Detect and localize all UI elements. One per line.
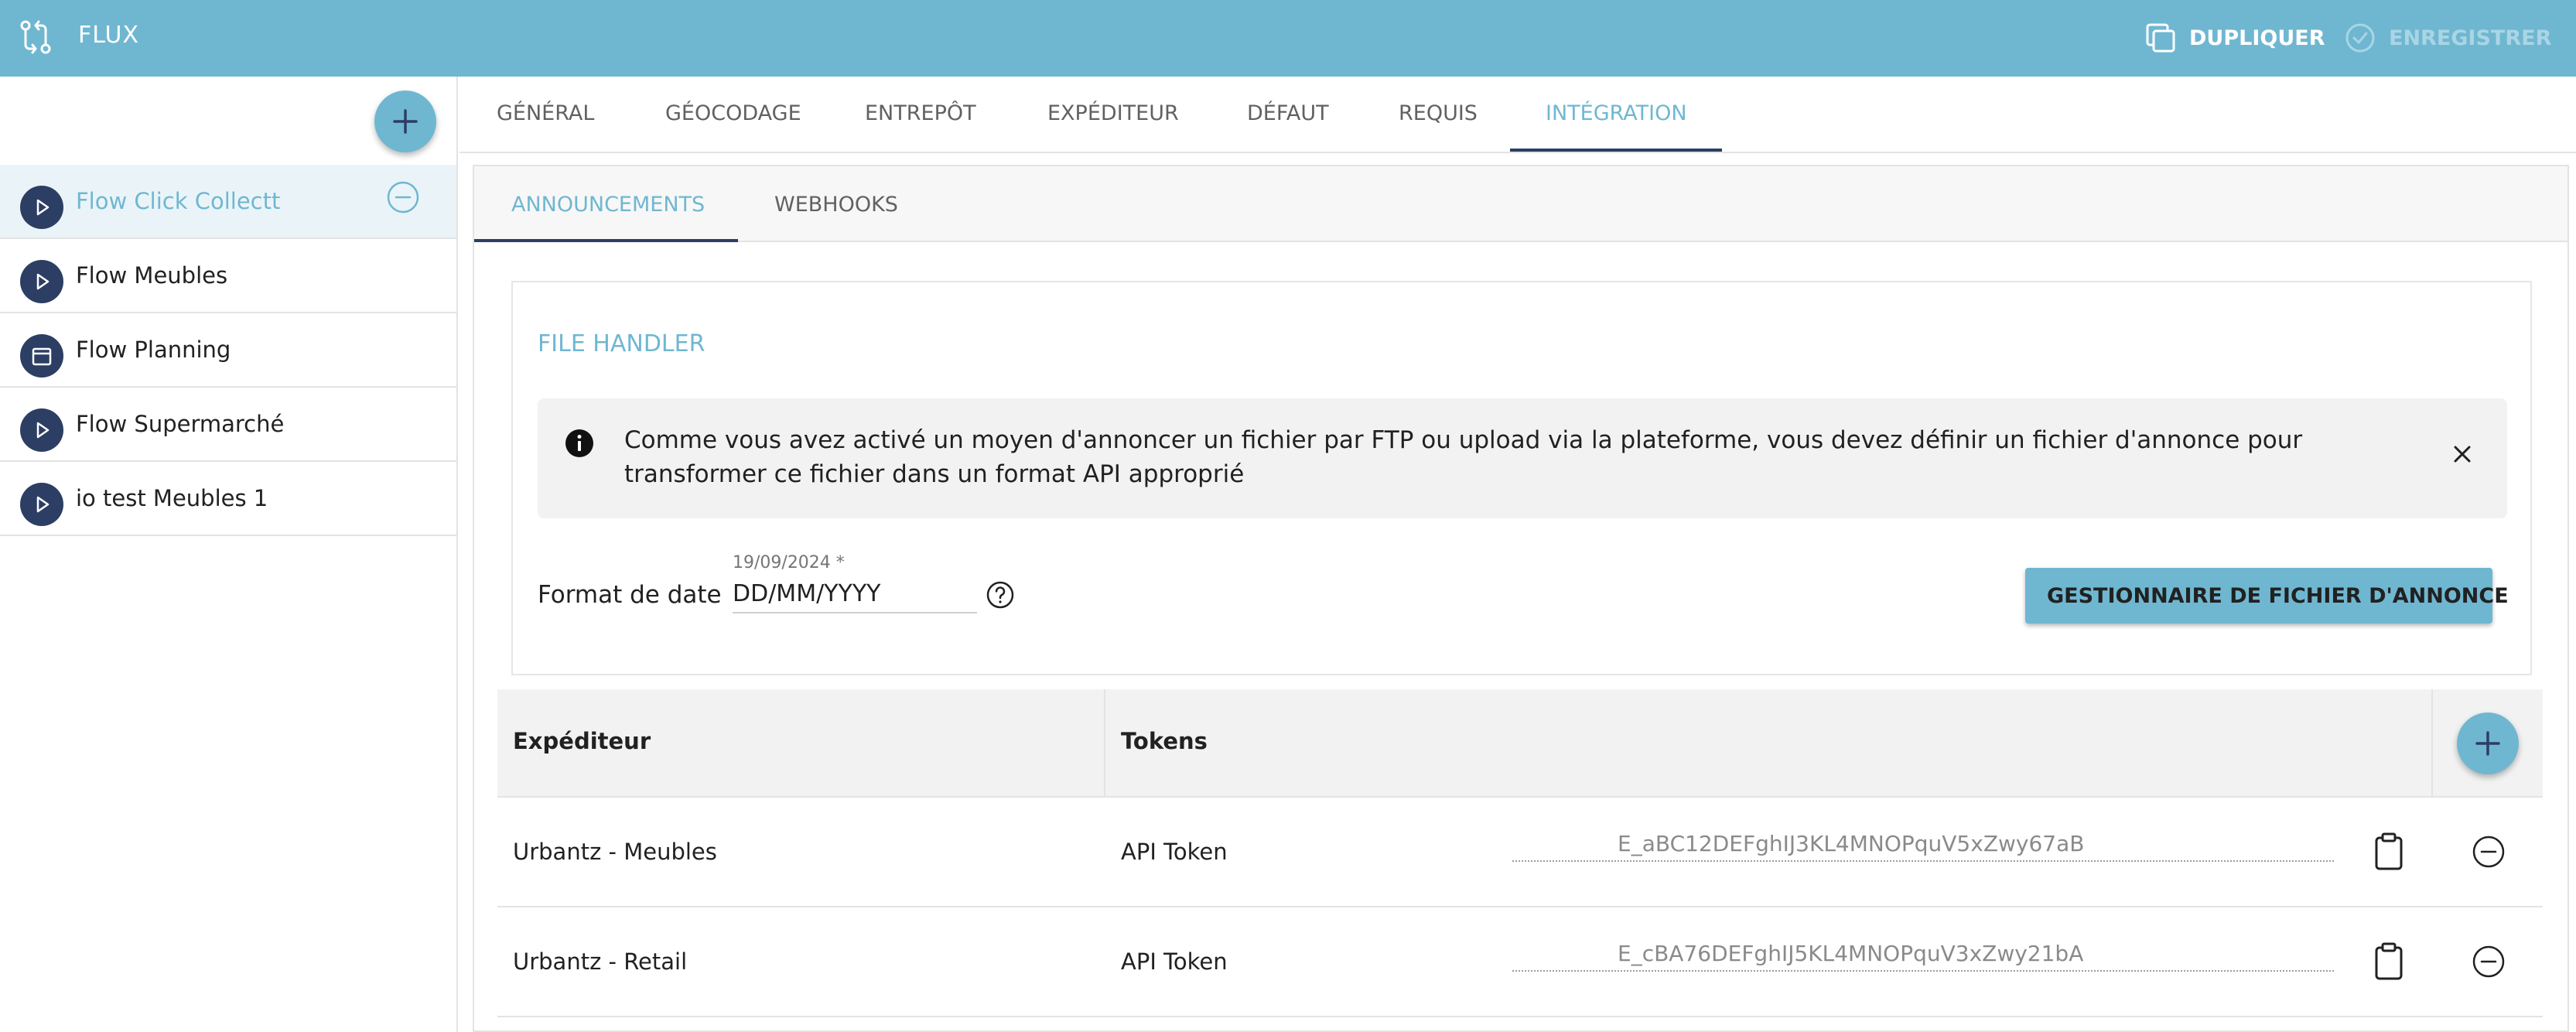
clipboard-icon[interactable] (2373, 941, 2405, 982)
flow-item-io-test-meubles[interactable]: io test Meubles 1 (0, 462, 456, 536)
token-type-cell: API Token (1121, 948, 1228, 975)
tab-geocodage[interactable]: GÉOCODAGE (665, 101, 801, 125)
tab-announcements[interactable]: ANNOUNCEMENTS (511, 193, 705, 217)
date-format-input[interactable] (733, 575, 977, 613)
save-button[interactable]: ENREGISTRER (2344, 22, 2551, 54)
check-circle-icon (2345, 23, 2375, 53)
tab-expediteur[interactable]: EXPÉDITEUR (1047, 101, 1179, 125)
flow-item-meubles[interactable]: Flow Meubles (0, 239, 456, 313)
column-divider (2431, 689, 2433, 798)
info-icon (565, 429, 593, 457)
tab-defaut[interactable]: DÉFAUT (1247, 101, 1329, 125)
active-tab-indicator (1510, 149, 1722, 152)
active-subtab-indicator (474, 239, 738, 242)
remove-circle-icon[interactable] (2472, 835, 2506, 869)
token-field[interactable]: E_aBC12DEFghIJ3KL4MNOPquV5xZwy67aB (1512, 823, 2334, 862)
remove-circle-icon[interactable] (2472, 945, 2506, 979)
table-row: Urbantz - Meubles API Token E_aBC12DEFgh… (497, 798, 2543, 907)
top-bar: FLUX DUPLIQUER ENREGISTRER (0, 0, 2576, 77)
tab-entrepot[interactable]: ENTREPÔT (865, 101, 976, 125)
tab-general[interactable]: GÉNÉRAL (497, 101, 594, 125)
play-icon (20, 260, 63, 303)
play-icon (20, 483, 63, 526)
flow-label: Flow Supermarché (76, 411, 285, 437)
tab-integration[interactable]: INTÉGRATION (1546, 101, 1687, 125)
tokens-table-header: Expéditeur Tokens (497, 689, 2543, 798)
flow-list: Flow Click Collectt Flow Meubles Flow Pl… (0, 165, 456, 536)
save-label: ENREGISTRER (2389, 26, 2552, 50)
flow-item-click-collect[interactable]: Flow Click Collectt (0, 165, 456, 239)
sub-tabs: ANNOUNCEMENTS WEBHOOKS (474, 166, 2567, 242)
shipper-cell: Urbantz - Retail (513, 948, 688, 975)
play-icon (20, 408, 63, 452)
calendar-icon (20, 334, 63, 378)
duplicate-label: DUPLIQUER (2189, 26, 2325, 50)
duplicate-button[interactable]: DUPLIQUER (2144, 22, 2325, 54)
sidebar: Flow Click Collectt Flow Meubles Flow Pl… (0, 77, 458, 1032)
flow-label: Flow Click Collectt (76, 188, 281, 214)
copy-icon (2146, 23, 2175, 53)
plus-icon (393, 109, 418, 134)
app-title: FLUX (78, 22, 139, 49)
close-icon[interactable] (2447, 439, 2478, 470)
announce-file-manager-button[interactable]: GESTIONNAIRE DE FICHIER D'ANNONCE (2025, 568, 2509, 624)
date-format-label: Format de date (538, 581, 722, 609)
column-divider (1104, 689, 1105, 798)
header-tokens: Tokens (1121, 728, 1208, 754)
flow-label: Flow Meubles (76, 262, 228, 289)
date-format-hint: 19/09/2024 * (733, 553, 845, 572)
main-tabs: GÉNÉRAL GÉOCODAGE ENTREPÔT EXPÉDITEUR DÉ… (460, 77, 2576, 153)
flow-label: Flow Planning (76, 337, 231, 363)
tab-requis[interactable]: REQUIS (1399, 101, 1478, 125)
flow-item-planning[interactable]: Flow Planning (0, 313, 456, 388)
clipboard-icon[interactable] (2373, 832, 2405, 872)
file-handler-title: FILE HANDLER (538, 330, 705, 357)
add-token-button[interactable] (2457, 712, 2519, 774)
remove-circle-icon[interactable] (386, 180, 420, 214)
add-flow-button[interactable] (374, 91, 436, 152)
branch-merge-icon (20, 20, 51, 54)
token-type-cell: API Token (1121, 839, 1228, 865)
help-icon[interactable] (985, 579, 1016, 610)
info-banner: Comme vous avez activé un moyen d'annonc… (538, 398, 2507, 518)
shipper-cell: Urbantz - Meubles (513, 839, 717, 865)
manager-button-label: GESTIONNAIRE DE FICHIER D'ANNONCE (2047, 583, 2509, 608)
flow-item-supermarche[interactable]: Flow Supermarché (0, 388, 456, 462)
tab-webhooks[interactable]: WEBHOOKS (774, 193, 898, 217)
plus-icon (2475, 731, 2500, 756)
play-icon (20, 186, 63, 229)
header-shipper: Expéditeur (513, 728, 651, 754)
info-text: Comme vous avez activé un moyen d'annonc… (624, 426, 2303, 488)
table-row: Urbantz - Retail API Token E_cBA76DEFghI… (497, 907, 2543, 1017)
token-field[interactable]: E_cBA76DEFghIJ5KL4MNOPquV3xZwy21bA (1512, 933, 2334, 972)
flow-label: io test Meubles 1 (76, 485, 268, 511)
